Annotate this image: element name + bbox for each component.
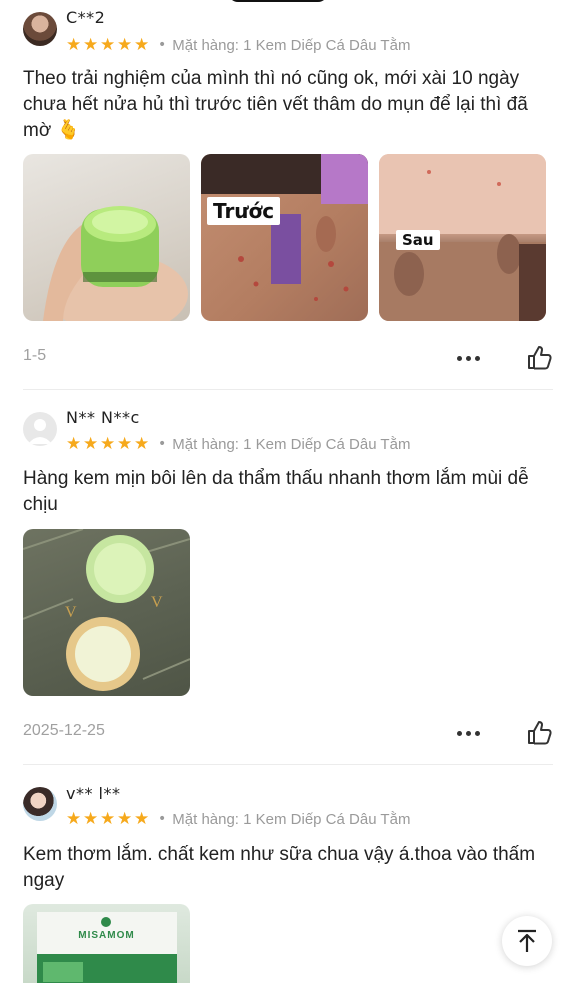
variant-label: Mặt hàng: 1 Kem Diếp Cá Dâu Tằm — [172, 36, 411, 54]
open-jars-illustration: V V — [23, 529, 190, 691]
star-rating: ★ ★ ★ ★ ★ — [66, 35, 150, 55]
review-photo-before[interactable]: Trước — [201, 154, 368, 321]
reviewer-name: N** N**c — [66, 408, 140, 427]
more-dot — [474, 355, 480, 361]
star-icon: ★ — [100, 809, 116, 829]
star-rating: ★ ★ ★ ★ ★ — [66, 434, 150, 454]
star-icon: ★ — [66, 35, 82, 55]
star-icon: ★ — [117, 35, 133, 55]
back-to-top-button[interactable] — [502, 916, 552, 966]
avatar[interactable] — [23, 12, 57, 46]
star-icon: ★ — [83, 35, 99, 55]
review-text: Theo trải nghiệm của mình thì nó cũng ok… — [23, 68, 528, 141]
review-meta: 1-5 — [23, 344, 553, 372]
more-horizontal-icon — [456, 730, 462, 736]
review-photo-after[interactable]: Sau — [379, 154, 546, 321]
product-box-illustration — [37, 912, 177, 983]
star-icon: ★ — [134, 809, 150, 829]
more-dot — [474, 730, 480, 736]
star-icon: ★ — [66, 434, 82, 454]
more-dot — [465, 730, 471, 736]
more-dot — [465, 355, 471, 361]
review-photo-open-jars[interactable]: V V — [23, 529, 190, 696]
separator-dot: • — [158, 37, 167, 53]
star-icon: ★ — [134, 434, 150, 454]
reviewer-name: C**2 — [66, 8, 106, 27]
more-horizontal-icon — [456, 355, 462, 361]
divider — [23, 764, 553, 765]
thumbs-up-icon[interactable] — [525, 344, 553, 372]
svg-text:V: V — [151, 594, 163, 611]
review-photo-jar-in-hand[interactable] — [23, 154, 190, 321]
brand-label: MISAMOM — [78, 930, 135, 941]
rating-line: ★ ★ ★ ★ ★ • Mặt hàng: 1 Kem Diếp Cá Dâu … — [66, 435, 410, 453]
more-options-button[interactable] — [453, 723, 483, 743]
arrow-up-icon — [518, 929, 536, 952]
status-bar-pill — [228, 0, 328, 2]
review-date: 1-5 — [23, 347, 47, 364]
default-avatar-icon — [28, 419, 52, 444]
star-icon: ★ — [66, 809, 82, 829]
star-icon: ★ — [100, 35, 116, 55]
separator-dot: • — [158, 436, 167, 452]
review-meta: 2025-12-25 — [23, 719, 553, 747]
reviewer-name: v** l** — [66, 784, 121, 803]
divider — [23, 389, 553, 390]
rating-line: ★ ★ ★ ★ ★ • Mặt hàng: 1 Kem Diếp Cá Dâu … — [66, 36, 410, 54]
star-icon: ★ — [117, 809, 133, 829]
review-text: Kem thơm lắm. chất kem như sữa chua vậy … — [23, 844, 536, 891]
star-rating: ★ ★ ★ ★ ★ — [66, 809, 150, 829]
star-icon: ★ — [134, 35, 150, 55]
avatar[interactable] — [23, 787, 57, 821]
svg-text:V: V — [65, 604, 77, 621]
review-text: Hàng kem mịn bôi lên da thẩm thấu nhanh … — [23, 468, 529, 515]
more-options-button[interactable] — [453, 348, 483, 368]
variant-label: Mặt hàng: 1 Kem Diếp Cá Dâu Tằm — [172, 810, 411, 828]
separator-dot: • — [158, 811, 167, 827]
star-icon: ★ — [83, 434, 99, 454]
jar-illustration — [43, 206, 188, 321]
review-date: 2025-12-25 — [23, 722, 105, 739]
face-before-illustration — [201, 154, 368, 301]
variant-label: Mặt hàng: 1 Kem Diếp Cá Dâu Tằm — [172, 435, 411, 453]
avatar[interactable] — [23, 412, 57, 446]
before-label: Trước — [207, 197, 281, 225]
star-icon: ★ — [83, 809, 99, 829]
star-icon: ★ — [117, 434, 133, 454]
star-icon: ★ — [100, 434, 116, 454]
thumbs-up-icon[interactable] — [525, 719, 553, 747]
after-label: Sau — [396, 230, 440, 250]
review-photo-product-box[interactable]: MISAMOM — [23, 904, 190, 983]
rating-line: ★ ★ ★ ★ ★ • Mặt hàng: 1 Kem Diếp Cá Dâu … — [66, 810, 410, 828]
